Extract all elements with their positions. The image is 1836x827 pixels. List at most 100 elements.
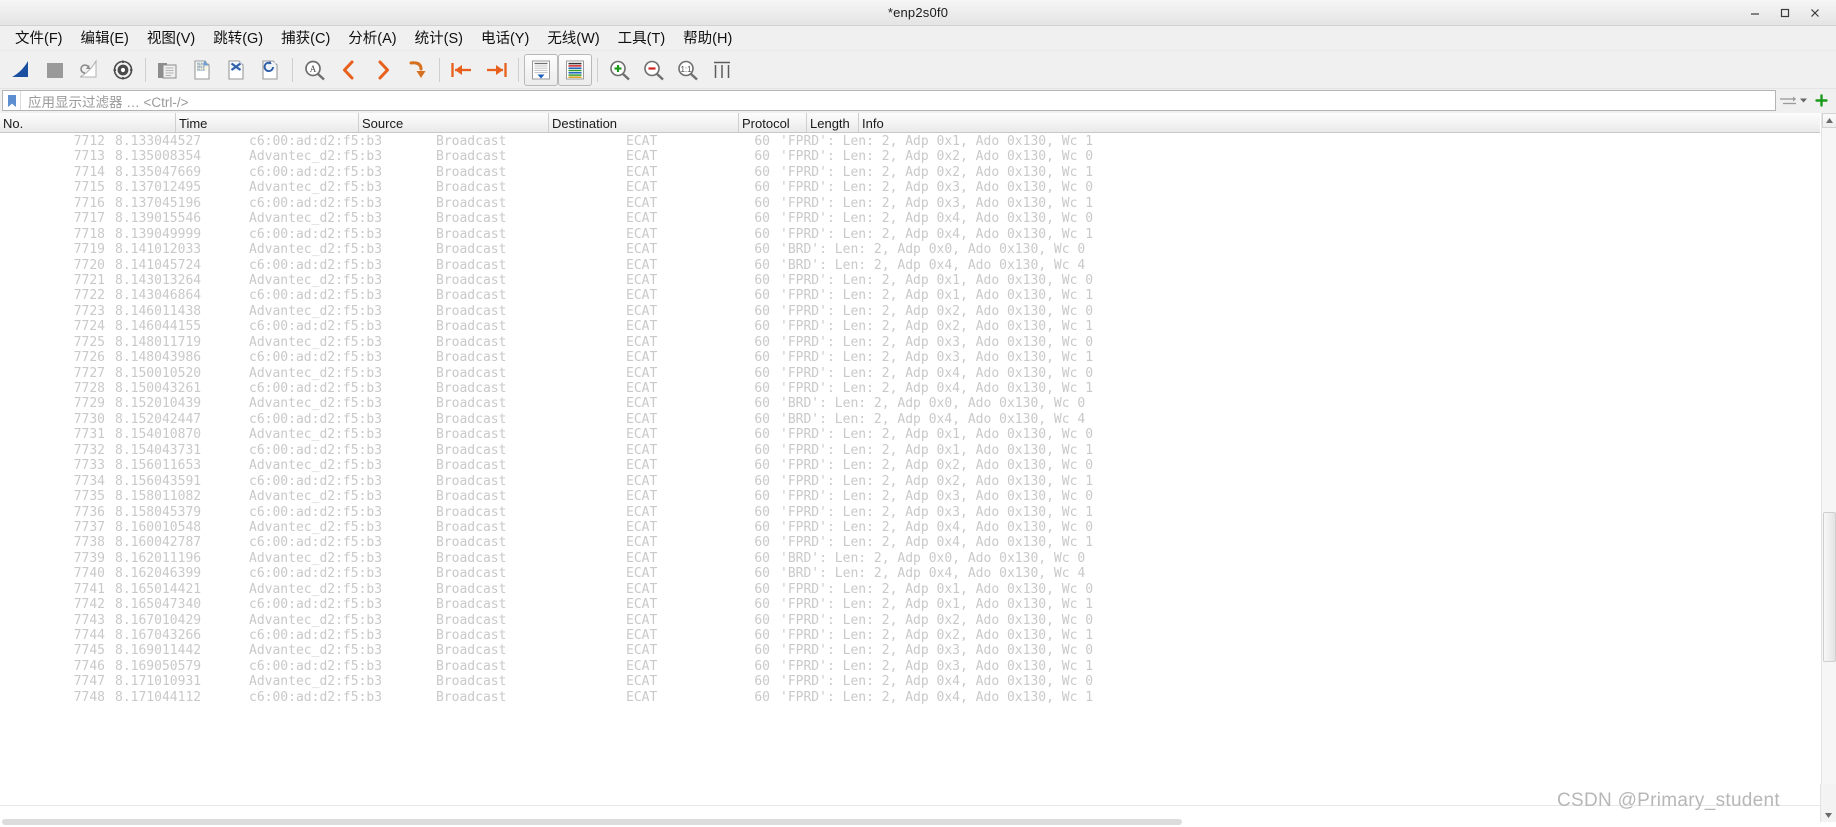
auto-scroll-live-capture-icon[interactable] xyxy=(524,53,558,86)
packet-list[interactable]: No. Time Source Destination Protocol Len… xyxy=(0,113,1821,805)
menu-file[interactable]: 文件(F) xyxy=(6,25,72,51)
open-file-folder-icon[interactable] xyxy=(151,54,185,86)
go-to-first-packet-icon[interactable] xyxy=(445,54,479,86)
cell-no: 7732 xyxy=(73,442,105,458)
table-row[interactable]: 7741 8.165014421 Advantec_d2:f5:b3 Broadcas… xyxy=(0,582,1820,597)
menu-capture[interactable]: 捕获(C) xyxy=(272,25,339,51)
table-row[interactable]: 7731 8.154010870 Advantec_d2:f5:b3 Broadcas… xyxy=(0,427,1820,442)
table-row[interactable]: 7728 8.150043261 c6:00:ad:d2:f5:b3 Broadcas… xyxy=(0,381,1820,396)
table-row[interactable]: 7744 8.167043266 c6:00:ad:d2:f5:b3 Broadcas… xyxy=(0,628,1820,643)
go-to-packet-arrow-icon[interactable] xyxy=(400,54,434,86)
table-row[interactable]: 7724 8.146044155 c6:00:ad:d2:f5:b3 Broadcas… xyxy=(0,319,1820,334)
cell-time: 8.169050579 xyxy=(115,658,202,674)
table-row[interactable]: 7725 8.148011719 Advantec_d2:f5:b3 Broadcas… xyxy=(0,335,1820,350)
start-capture-shark-fin-icon[interactable] xyxy=(4,54,38,86)
cell-source: c6:00:ad:d2:f5:b3 xyxy=(249,689,383,705)
save-file-icon[interactable]: 0101 0010 0110 xyxy=(185,54,219,86)
restart-capture-icon[interactable] xyxy=(72,54,106,86)
scrollbar-track[interactable] xyxy=(1821,128,1836,790)
packet-rows-container[interactable]: 7712 8.133044527 c6:00:ad:d2:f5:b3 Broadcas… xyxy=(0,133,1820,805)
cell-no: 7738 xyxy=(73,535,105,551)
maximize-button[interactable] xyxy=(1770,2,1800,24)
zoom-reset-icon[interactable]: 1:1 xyxy=(671,54,705,86)
table-row[interactable]: 7719 8.141012033 Advantec_d2:f5:b3 Broadcas… xyxy=(0,242,1820,257)
table-row[interactable]: 7740 8.162046399 c6:00:ad:d2:f5:b3 Broadcas… xyxy=(0,566,1820,581)
column-header-destination[interactable]: Destination xyxy=(549,113,739,132)
menu-wireless[interactable]: 无线(W) xyxy=(538,25,608,51)
table-row[interactable]: 7730 8.152042447 c6:00:ad:d2:f5:b3 Broadcas… xyxy=(0,412,1820,427)
zoom-out-icon[interactable] xyxy=(637,54,671,86)
table-row[interactable]: 7718 8.139049999 c6:00:ad:d2:f5:b3 Broadcas… xyxy=(0,227,1820,242)
table-row[interactable]: 7726 8.148043986 c6:00:ad:d2:f5:b3 Broadcas… xyxy=(0,350,1820,365)
cell-length: 60 xyxy=(754,612,770,628)
menu-edit[interactable]: 编辑(E) xyxy=(72,25,138,51)
packet-list-horizontal-scrollbar[interactable] xyxy=(0,819,1836,827)
column-header-protocol[interactable]: Protocol xyxy=(739,113,807,132)
table-row[interactable]: 7729 8.152010439 Advantec_d2:f5:b3 Broadcas… xyxy=(0,396,1820,411)
resize-columns-icon[interactable] xyxy=(705,54,739,86)
menu-telephony[interactable]: 电话(Y) xyxy=(472,25,538,51)
table-row[interactable]: 7727 8.150010520 Advantec_d2:f5:b3 Broadcas… xyxy=(0,366,1820,381)
reload-file-icon[interactable] xyxy=(253,54,287,86)
column-header-info[interactable]: Info xyxy=(859,113,1820,132)
table-row[interactable]: 7736 8.158045379 c6:00:ad:d2:f5:b3 Broadcas… xyxy=(0,505,1820,520)
cell-time: 8.137012495 xyxy=(115,180,202,196)
display-filter-input[interactable]: 应用显示过滤器 … <Ctrl-/> xyxy=(2,90,1776,111)
capture-options-gear-icon[interactable] xyxy=(106,54,140,86)
table-row[interactable]: 7712 8.133044527 c6:00:ad:d2:f5:b3 Broadcas… xyxy=(0,134,1820,149)
go-back-chevron-icon[interactable] xyxy=(332,54,366,86)
table-row[interactable]: 7745 8.169011442 Advantec_d2:f5:b3 Broadcas… xyxy=(0,643,1820,658)
table-row[interactable]: 7748 8.171044112 c6:00:ad:d2:f5:b3 Broadcas… xyxy=(0,690,1820,705)
table-row[interactable]: 7715 8.137012495 Advantec_d2:f5:b3 Broadcas… xyxy=(0,180,1820,195)
scroll-up-arrow-icon[interactable] xyxy=(1821,113,1836,128)
table-row[interactable]: 7747 8.171010931 Advantec_d2:f5:b3 Broadcas… xyxy=(0,674,1820,689)
scrollbar-thumb[interactable] xyxy=(1822,511,1836,662)
close-button[interactable] xyxy=(1800,2,1830,24)
table-row[interactable]: 7739 8.162011196 Advantec_d2:f5:b3 Broadcas… xyxy=(0,551,1820,566)
table-row[interactable]: 7721 8.143013264 Advantec_d2:f5:b3 Broadcas… xyxy=(0,273,1820,288)
filter-bookmark-icon[interactable] xyxy=(3,91,21,110)
menu-help[interactable]: 帮助(H) xyxy=(674,25,741,51)
table-row[interactable]: 7737 8.160010548 Advantec_d2:f5:b3 Broadcas… xyxy=(0,520,1820,535)
table-row[interactable]: 7735 8.158011082 Advantec_d2:f5:b3 Broadcas… xyxy=(0,489,1820,504)
menu-go[interactable]: 跳转(G) xyxy=(204,25,272,51)
table-row[interactable]: 7722 8.143046864 c6:00:ad:d2:f5:b3 Broadcas… xyxy=(0,288,1820,303)
cell-source: Advantec_d2:f5:b3 xyxy=(249,149,383,165)
menu-analyze[interactable]: 分析(A) xyxy=(339,25,405,51)
table-row[interactable]: 7743 8.167010429 Advantec_d2:f5:b3 Broadcas… xyxy=(0,613,1820,628)
menu-tools[interactable]: 工具(T) xyxy=(609,25,675,51)
table-row[interactable]: 7717 8.139015546 Advantec_d2:f5:b3 Broadcas… xyxy=(0,211,1820,226)
close-file-icon[interactable] xyxy=(219,54,253,86)
colorize-packet-list-icon[interactable] xyxy=(558,53,592,86)
menu-view[interactable]: 视图(V) xyxy=(138,25,204,51)
table-row[interactable]: 7723 8.146011438 Advantec_d2:f5:b3 Broadcas… xyxy=(0,304,1820,319)
cell-info: 'FPRD': Len: 2, Adp 0x3, Ado 0x130, Wc 1 xyxy=(780,195,1094,211)
column-header-length[interactable]: Length xyxy=(807,113,859,132)
stop-capture-square-icon[interactable] xyxy=(38,54,72,86)
table-row[interactable]: 7742 8.165047340 c6:00:ad:d2:f5:b3 Broadcas… xyxy=(0,597,1820,612)
find-packet-magnifier-icon[interactable]: A xyxy=(298,54,332,86)
minimize-button[interactable] xyxy=(1740,2,1770,24)
table-row[interactable]: 7746 8.169050579 c6:00:ad:d2:f5:b3 Broadcas… xyxy=(0,659,1820,674)
table-row[interactable]: 7716 8.137045196 c6:00:ad:d2:f5:b3 Broadcas… xyxy=(0,196,1820,211)
packet-list-vertical-scrollbar[interactable] xyxy=(1821,113,1836,805)
table-row[interactable]: 7732 8.154043731 c6:00:ad:d2:f5:b3 Broadcas… xyxy=(0,443,1820,458)
zoom-in-icon[interactable] xyxy=(603,54,637,86)
table-row[interactable]: 7713 8.135008354 Advantec_d2:f5:b3 Broadcas… xyxy=(0,149,1820,164)
table-row[interactable]: 7720 8.141045724 c6:00:ad:d2:f5:b3 Broadcas… xyxy=(0,258,1820,273)
table-row[interactable]: 7734 8.156043591 c6:00:ad:d2:f5:b3 Broadcas… xyxy=(0,474,1820,489)
go-forward-chevron-icon[interactable] xyxy=(366,54,400,86)
table-row[interactable]: 7714 8.135047669 c6:00:ad:d2:f5:b3 Broadcas… xyxy=(0,165,1820,180)
column-header-source[interactable]: Source xyxy=(359,113,549,132)
add-filter-button-green-plus-icon[interactable] xyxy=(1810,90,1832,111)
table-row[interactable]: 7733 8.156011653 Advantec_d2:f5:b3 Broadcas… xyxy=(0,458,1820,473)
cell-protocol: ECAT xyxy=(626,149,658,165)
column-header-time[interactable]: Time xyxy=(176,113,359,132)
column-header-no[interactable]: No. xyxy=(0,113,176,132)
filter-expression-arrow-icon[interactable] xyxy=(1776,90,1810,111)
horizontal-scrollbar-thumb[interactable] xyxy=(2,819,1182,825)
go-to-last-packet-icon[interactable] xyxy=(479,54,513,86)
cell-time: 8.139049999 xyxy=(115,226,202,242)
menu-statistics[interactable]: 统计(S) xyxy=(406,25,472,51)
table-row[interactable]: 7738 8.160042787 c6:00:ad:d2:f5:b3 Broadcas… xyxy=(0,535,1820,550)
